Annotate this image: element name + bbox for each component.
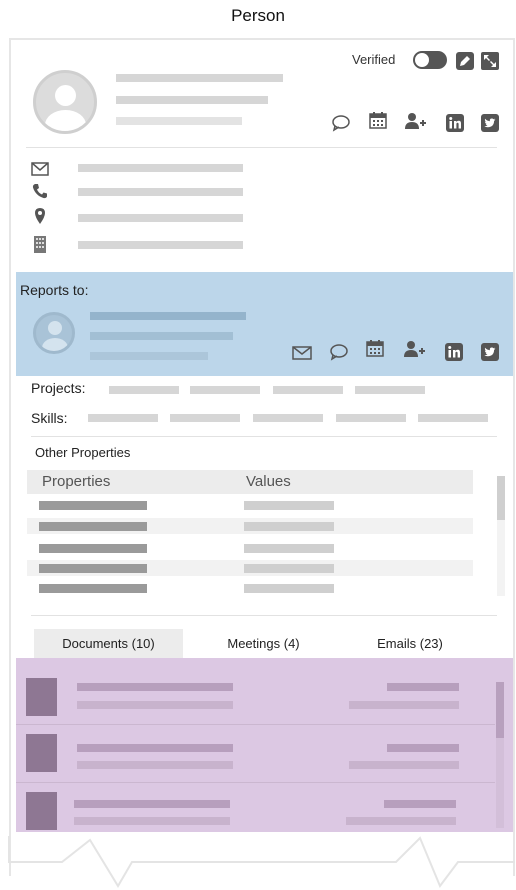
company-placeholder xyxy=(78,241,243,249)
project-tag[interactable] xyxy=(109,386,179,394)
twitter-icon[interactable] xyxy=(481,114,499,132)
header-divider xyxy=(26,147,497,148)
chat-icon[interactable] xyxy=(331,114,351,132)
add-user-icon[interactable] xyxy=(405,112,427,130)
manager-avatar[interactable] xyxy=(33,312,75,354)
properties-divider xyxy=(31,615,497,616)
skill-tag[interactable] xyxy=(88,414,158,422)
table-row[interactable] xyxy=(27,497,473,513)
building-icon[interactable] xyxy=(31,235,49,253)
document-meta-placeholder xyxy=(387,744,459,752)
document-subtitle-placeholder xyxy=(74,817,230,825)
document-thumbnail[interactable] xyxy=(26,678,57,716)
document-subtitle-placeholder xyxy=(77,761,233,769)
manager-name-placeholder xyxy=(90,312,246,320)
tab-documents[interactable]: Documents (10) xyxy=(34,629,183,659)
person-name-placeholder xyxy=(116,74,283,82)
reports-to-label: Reports to: xyxy=(20,282,89,298)
tab-emails[interactable]: Emails (23) xyxy=(345,629,475,659)
skills-label: Skills: xyxy=(31,410,68,426)
reports-to-panel[interactable]: Reports to: xyxy=(16,272,513,376)
location-icon[interactable] xyxy=(31,207,49,225)
manager-linkedin-icon[interactable] xyxy=(445,343,463,361)
column-header-values[interactable]: Values xyxy=(246,473,291,490)
document-meta-placeholder xyxy=(387,683,459,691)
document-meta-placeholder xyxy=(384,800,456,808)
skill-tag[interactable] xyxy=(253,414,323,422)
document-thumbnail[interactable] xyxy=(26,734,57,772)
document-subtitle-placeholder xyxy=(77,701,233,709)
skill-tag[interactable] xyxy=(336,414,406,422)
manager-chat-icon[interactable] xyxy=(329,343,349,361)
document-separator xyxy=(16,724,495,725)
email-placeholder xyxy=(78,164,243,172)
document-separator xyxy=(16,782,495,783)
table-row[interactable] xyxy=(27,540,473,556)
other-properties-title: Other Properties xyxy=(35,445,131,460)
email-icon[interactable] xyxy=(31,160,49,178)
project-tag[interactable] xyxy=(273,386,343,394)
table-row[interactable] xyxy=(27,580,473,596)
page-title: Person xyxy=(231,6,285,25)
properties-scrollbar[interactable] xyxy=(497,476,505,596)
document-date-placeholder xyxy=(349,761,459,769)
person-avatar[interactable] xyxy=(33,70,97,134)
column-header-properties[interactable]: Properties xyxy=(42,473,110,490)
manager-email-icon[interactable] xyxy=(292,344,312,362)
phone-placeholder xyxy=(78,188,243,196)
document-title-placeholder xyxy=(77,683,233,691)
phone-icon[interactable] xyxy=(31,182,49,200)
expand-icon[interactable] xyxy=(481,52,499,70)
table-row[interactable] xyxy=(27,518,473,534)
manager-title-placeholder xyxy=(90,332,233,340)
documents-scrollbar[interactable] xyxy=(496,682,504,828)
table-row[interactable] xyxy=(27,560,473,576)
tab-meetings[interactable]: Meetings (4) xyxy=(196,629,331,659)
manager-calendar-icon[interactable] xyxy=(366,339,384,357)
manager-add-user-icon[interactable] xyxy=(404,340,426,358)
document-date-placeholder xyxy=(349,701,459,709)
person-title-placeholder xyxy=(116,96,268,104)
verified-toggle[interactable] xyxy=(413,51,447,69)
linkedin-icon[interactable] xyxy=(446,114,464,132)
manager-twitter-icon[interactable] xyxy=(481,343,499,361)
documents-list xyxy=(16,658,513,832)
person-company-placeholder xyxy=(116,117,242,125)
torn-paper-edge xyxy=(8,836,515,888)
document-title-placeholder xyxy=(77,744,233,752)
verified-label: Verified xyxy=(352,52,396,67)
skill-tag[interactable] xyxy=(170,414,240,422)
properties-table-header: Properties Values xyxy=(27,470,473,494)
calendar-icon[interactable] xyxy=(369,111,387,129)
skills-divider xyxy=(31,436,497,437)
skill-tag[interactable] xyxy=(418,414,488,422)
projects-label: Projects: xyxy=(31,380,86,396)
project-tag[interactable] xyxy=(355,386,425,394)
manager-company-placeholder xyxy=(90,352,208,360)
project-tag[interactable] xyxy=(190,386,260,394)
document-thumbnail[interactable] xyxy=(26,792,57,830)
address-placeholder xyxy=(78,214,243,222)
document-date-placeholder xyxy=(346,817,456,825)
edit-icon[interactable] xyxy=(456,52,474,70)
document-title-placeholder xyxy=(74,800,230,808)
